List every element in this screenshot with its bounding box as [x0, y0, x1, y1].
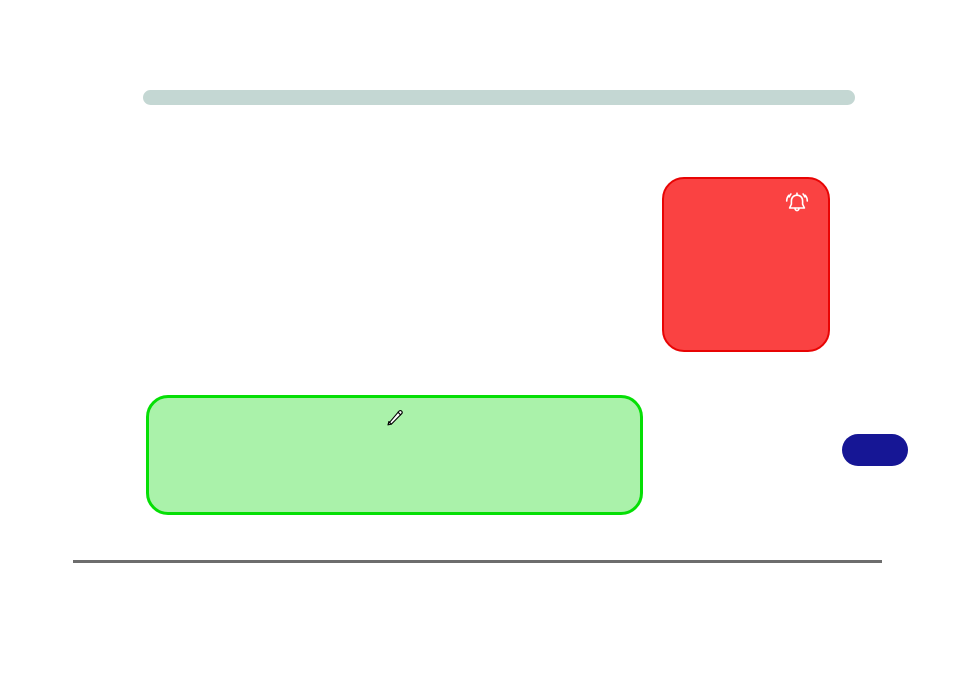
- pen-icon: [386, 408, 404, 426]
- blue-pill[interactable]: [842, 434, 908, 466]
- bell-ring-icon: [784, 191, 810, 215]
- top-bar: [143, 90, 855, 105]
- divider-line: [73, 560, 882, 563]
- red-card[interactable]: [662, 177, 830, 352]
- canvas: [0, 0, 954, 673]
- green-card[interactable]: [146, 395, 643, 515]
